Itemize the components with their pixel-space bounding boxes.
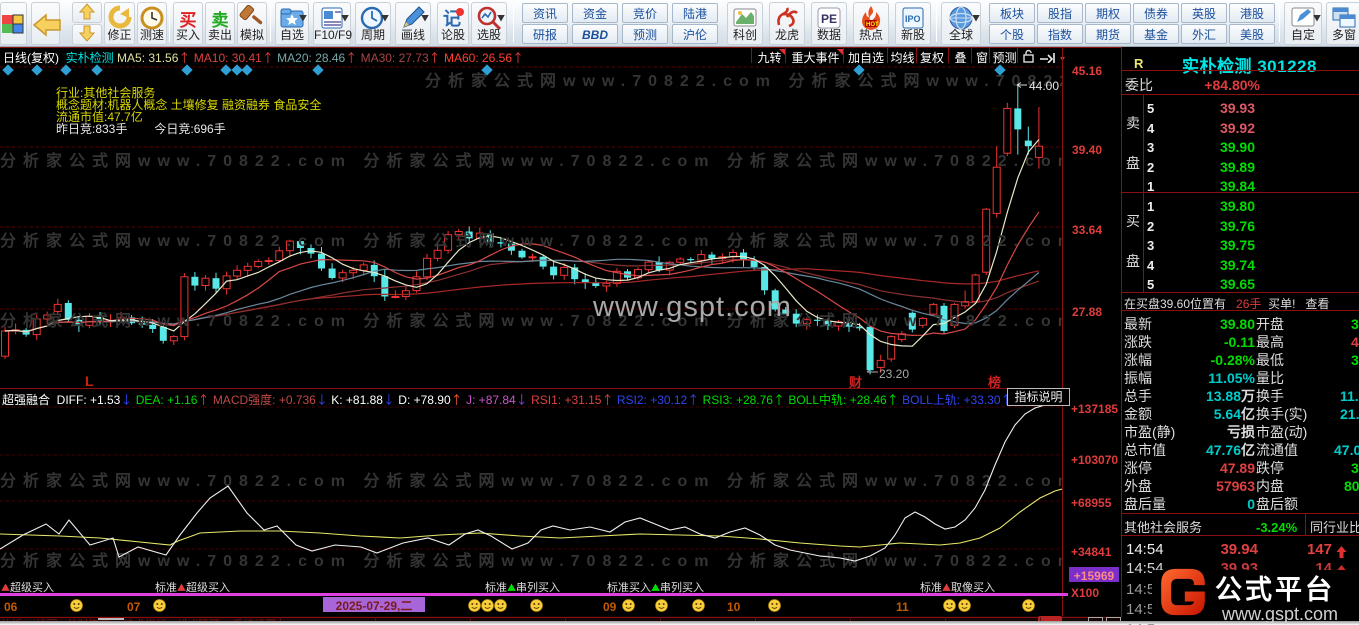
svg-text:PE: PE <box>821 10 837 27</box>
svg-text:IPO: IPO <box>905 12 921 25</box>
